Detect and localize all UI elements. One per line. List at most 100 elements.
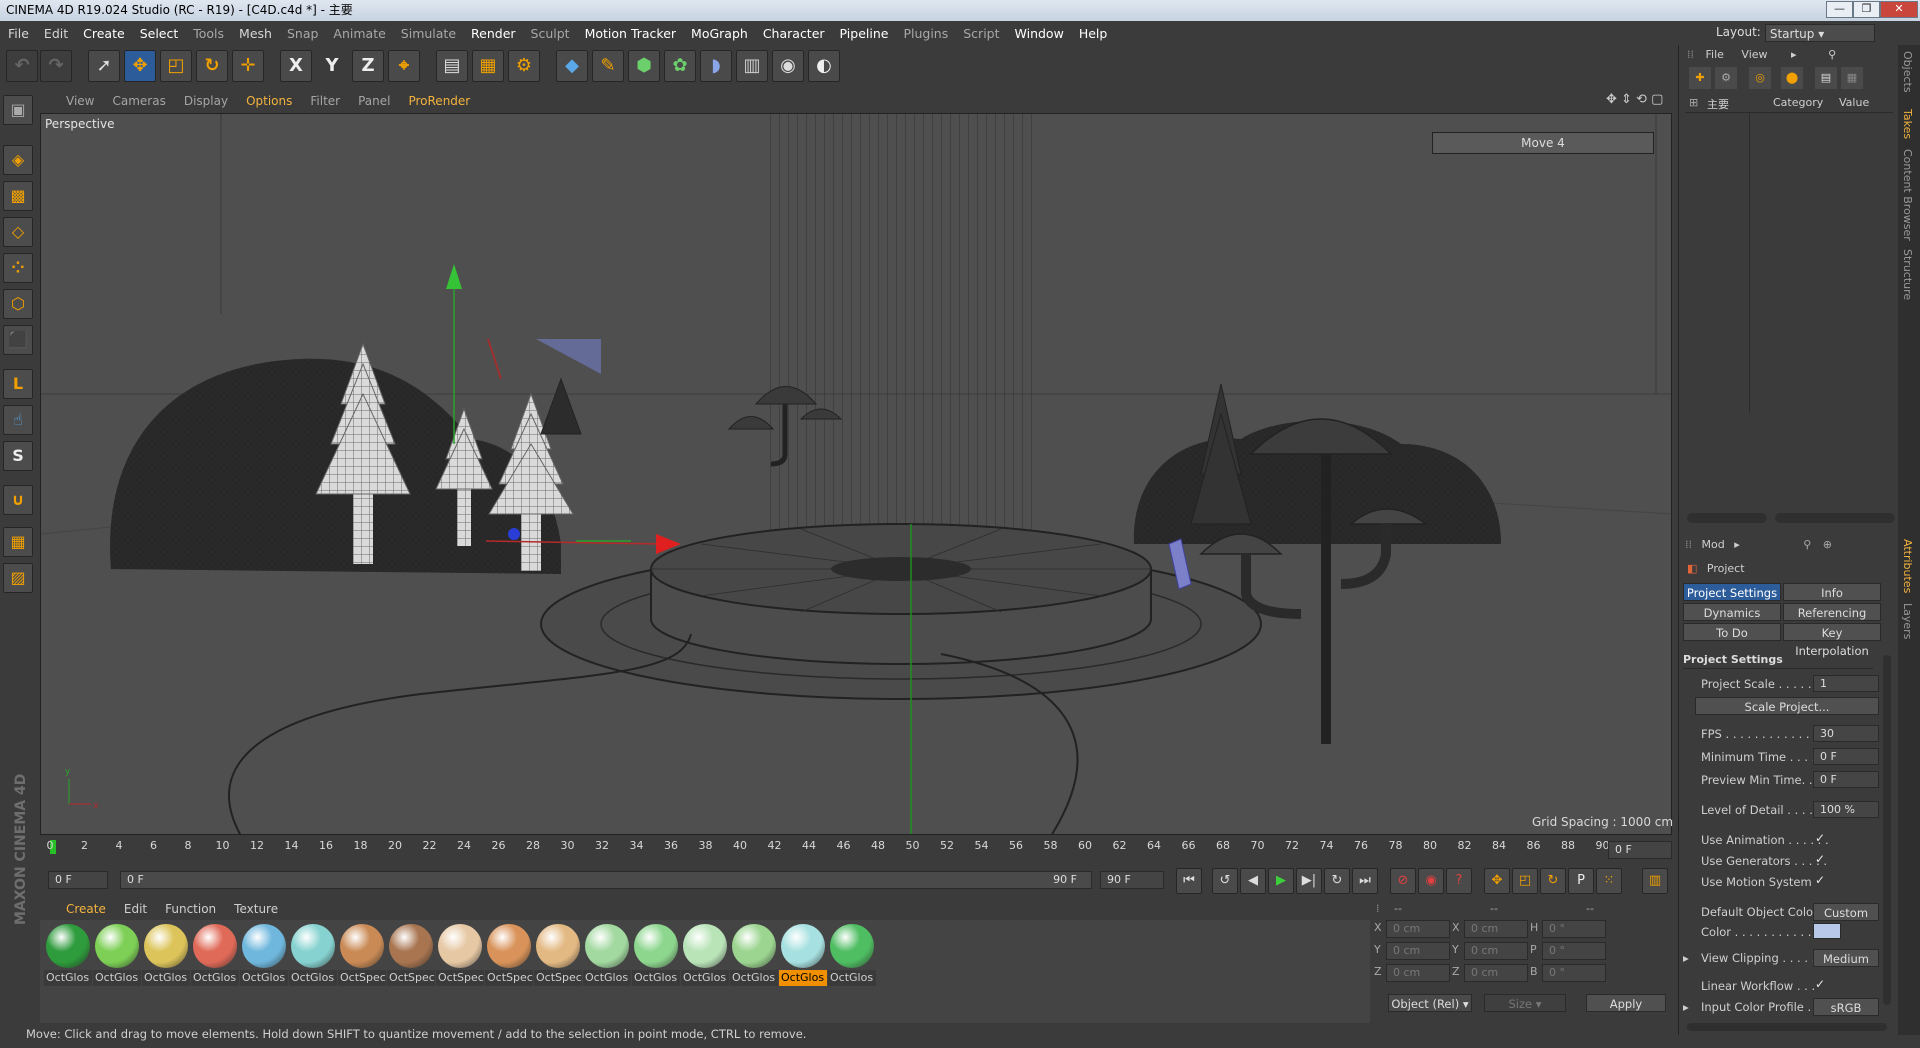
material-label[interactable]: OctGlos xyxy=(240,970,288,986)
current-frame-field[interactable]: 0 F xyxy=(1608,841,1672,859)
root-take-label[interactable]: 主要 xyxy=(1707,96,1729,112)
material-preview-ball[interactable] xyxy=(830,924,874,968)
next-frame-icon[interactable]: ▶| xyxy=(1296,868,1322,894)
use-motion-checkbox[interactable]: ✓ xyxy=(1815,873,1825,887)
coord-field[interactable]: 0 cm xyxy=(1386,964,1450,982)
coord-field[interactable]: 0 ° xyxy=(1542,942,1606,960)
material-preview-ball[interactable] xyxy=(438,924,482,968)
attributes-scrollbar[interactable] xyxy=(1883,655,1891,1005)
maximize-button[interactable]: ❐ xyxy=(1853,1,1880,18)
color-swatch[interactable] xyxy=(1813,923,1841,939)
attributes-mode-menu[interactable]: Mod xyxy=(1702,538,1725,551)
cube-icon[interactable]: ◆ xyxy=(556,50,588,82)
input-profile-dropdown[interactable]: sRGB xyxy=(1813,998,1879,1016)
menu-pipeline[interactable]: Pipeline xyxy=(840,26,889,41)
objects-menu-view[interactable]: View xyxy=(1741,48,1767,61)
menu-help[interactable]: Help xyxy=(1079,26,1108,41)
material-swatch[interactable]: OctGlos xyxy=(289,924,337,986)
layout-selector[interactable]: Layout: Startup ▾ xyxy=(1716,21,1896,43)
material-swatch[interactable]: OctGlos xyxy=(93,924,141,986)
material-label[interactable]: OctGlos xyxy=(93,970,141,986)
autokey-icon[interactable]: ◉ xyxy=(1418,868,1444,894)
move-icon[interactable]: ✥ xyxy=(124,50,156,82)
tab-takes[interactable]: Takes xyxy=(1901,109,1914,139)
next-key-icon[interactable]: ↻ xyxy=(1324,868,1350,894)
make-editable-icon[interactable]: ▣ xyxy=(3,95,33,125)
array-icon[interactable]: ✿ xyxy=(664,50,696,82)
rotation-key-icon[interactable]: ↻ xyxy=(1540,868,1566,894)
material-menu-texture[interactable]: Texture xyxy=(234,902,278,916)
material-label[interactable]: OctGlos xyxy=(632,970,680,986)
texture-mode-icon[interactable]: ▩ xyxy=(3,181,33,211)
recent-tool-icon[interactable]: ✛ xyxy=(232,50,264,82)
planar-workplane-icon[interactable]: ▨ xyxy=(3,563,33,593)
tab-objects[interactable]: Objects xyxy=(1901,51,1914,93)
material-swatch[interactable]: OctGlos xyxy=(828,924,876,986)
material-label[interactable]: OctGlos xyxy=(289,970,337,986)
range-slider[interactable]: 0 F 90 F xyxy=(120,871,1092,889)
coord-field[interactable]: 0 cm xyxy=(1464,942,1528,960)
menu-create[interactable]: Create xyxy=(83,26,125,41)
coords-mode-dropdown[interactable]: Object (Rel) ▾ xyxy=(1388,994,1472,1012)
view-clipping-arrow-icon[interactable]: ▸ xyxy=(1683,951,1689,965)
light-icon[interactable]: ◐ xyxy=(808,50,840,82)
min-time-field[interactable]: 0 F xyxy=(1813,748,1879,765)
material-preview-ball[interactable] xyxy=(291,924,335,968)
viewport-menu-panel[interactable]: Panel xyxy=(358,94,390,108)
viewport-menu-options[interactable]: Options xyxy=(246,94,292,108)
lock-take-icon[interactable]: ▦ xyxy=(1841,67,1863,89)
menu-sculpt[interactable]: Sculpt xyxy=(531,26,570,41)
material-label[interactable]: OctGlos xyxy=(44,970,92,986)
project-scale-field[interactable]: 1 xyxy=(1813,675,1879,692)
menu-tools[interactable]: Tools xyxy=(193,26,224,41)
attr-tab-key-interpolation[interactable]: Key Interpolation xyxy=(1783,623,1881,658)
position-key-icon[interactable]: ✥ xyxy=(1484,868,1510,894)
material-menu-function[interactable]: Function xyxy=(165,902,216,916)
floor-icon[interactable]: ▥ xyxy=(736,50,768,82)
render-picture-viewer-icon[interactable]: ▦ xyxy=(472,50,504,82)
keyframe-selection-icon[interactable]: ? xyxy=(1446,868,1472,894)
objects-hscroll-left[interactable] xyxy=(1687,513,1767,523)
material-preview-ball[interactable] xyxy=(46,924,90,968)
material-swatch[interactable]: OctGlos xyxy=(142,924,190,986)
menu-script[interactable]: Script xyxy=(963,26,999,41)
menu-window[interactable]: Window xyxy=(1015,26,1064,41)
material-preview-ball[interactable] xyxy=(144,924,188,968)
material-label[interactable]: OctGlos xyxy=(681,970,729,986)
deformer-icon[interactable]: ◗ xyxy=(700,50,732,82)
objects-menu-file[interactable]: File xyxy=(1706,48,1724,61)
viewport-menu-display[interactable]: Display xyxy=(184,94,228,108)
material-swatch[interactable]: OctGlos xyxy=(191,924,239,986)
material-swatch[interactable]: OctGlos xyxy=(681,924,729,986)
coord-field[interactable]: 0 cm xyxy=(1386,942,1450,960)
material-preview-ball[interactable] xyxy=(634,924,678,968)
y-axis-icon[interactable]: Y xyxy=(316,50,348,82)
material-preview-ball[interactable] xyxy=(242,924,286,968)
material-label[interactable]: OctGlos xyxy=(142,970,190,986)
material-swatch[interactable]: OctGlos xyxy=(730,924,778,986)
material-preview-ball[interactable] xyxy=(340,924,384,968)
coord-field[interactable]: 0 cm xyxy=(1464,920,1528,938)
material-swatch[interactable]: OctSpec xyxy=(534,924,582,986)
rotate-icon[interactable]: ↻ xyxy=(196,50,228,82)
material-label[interactable]: OctSpec xyxy=(485,970,533,986)
objects-search-icon[interactable]: ⚲ xyxy=(1828,48,1836,61)
linear-workflow-checkbox[interactable]: ✓ xyxy=(1815,977,1825,991)
material-label[interactable]: OctGlos xyxy=(583,970,631,986)
material-preview-ball[interactable] xyxy=(732,924,776,968)
menu-render[interactable]: Render xyxy=(471,26,516,41)
apply-button[interactable]: Apply xyxy=(1586,994,1666,1012)
start-frame-field[interactable]: 0 F xyxy=(48,871,108,889)
material-preview-ball[interactable] xyxy=(193,924,237,968)
use-animation-checkbox[interactable]: ✓ xyxy=(1815,831,1825,845)
material-swatch[interactable]: OctGlos xyxy=(779,924,827,986)
minimize-button[interactable]: — xyxy=(1826,1,1853,18)
menu-simulate[interactable]: Simulate xyxy=(401,26,456,41)
coord-field[interactable]: 0 ° xyxy=(1542,964,1606,982)
go-to-end-icon[interactable]: ⏭ xyxy=(1352,868,1378,894)
viewport-menu-prorender[interactable]: ProRender xyxy=(408,94,470,108)
material-label[interactable]: OctGlos xyxy=(828,970,876,986)
material-preview-ball[interactable] xyxy=(95,924,139,968)
use-generators-checkbox[interactable]: ✓ xyxy=(1815,852,1825,866)
objects-hscroll-right[interactable] xyxy=(1775,513,1895,523)
